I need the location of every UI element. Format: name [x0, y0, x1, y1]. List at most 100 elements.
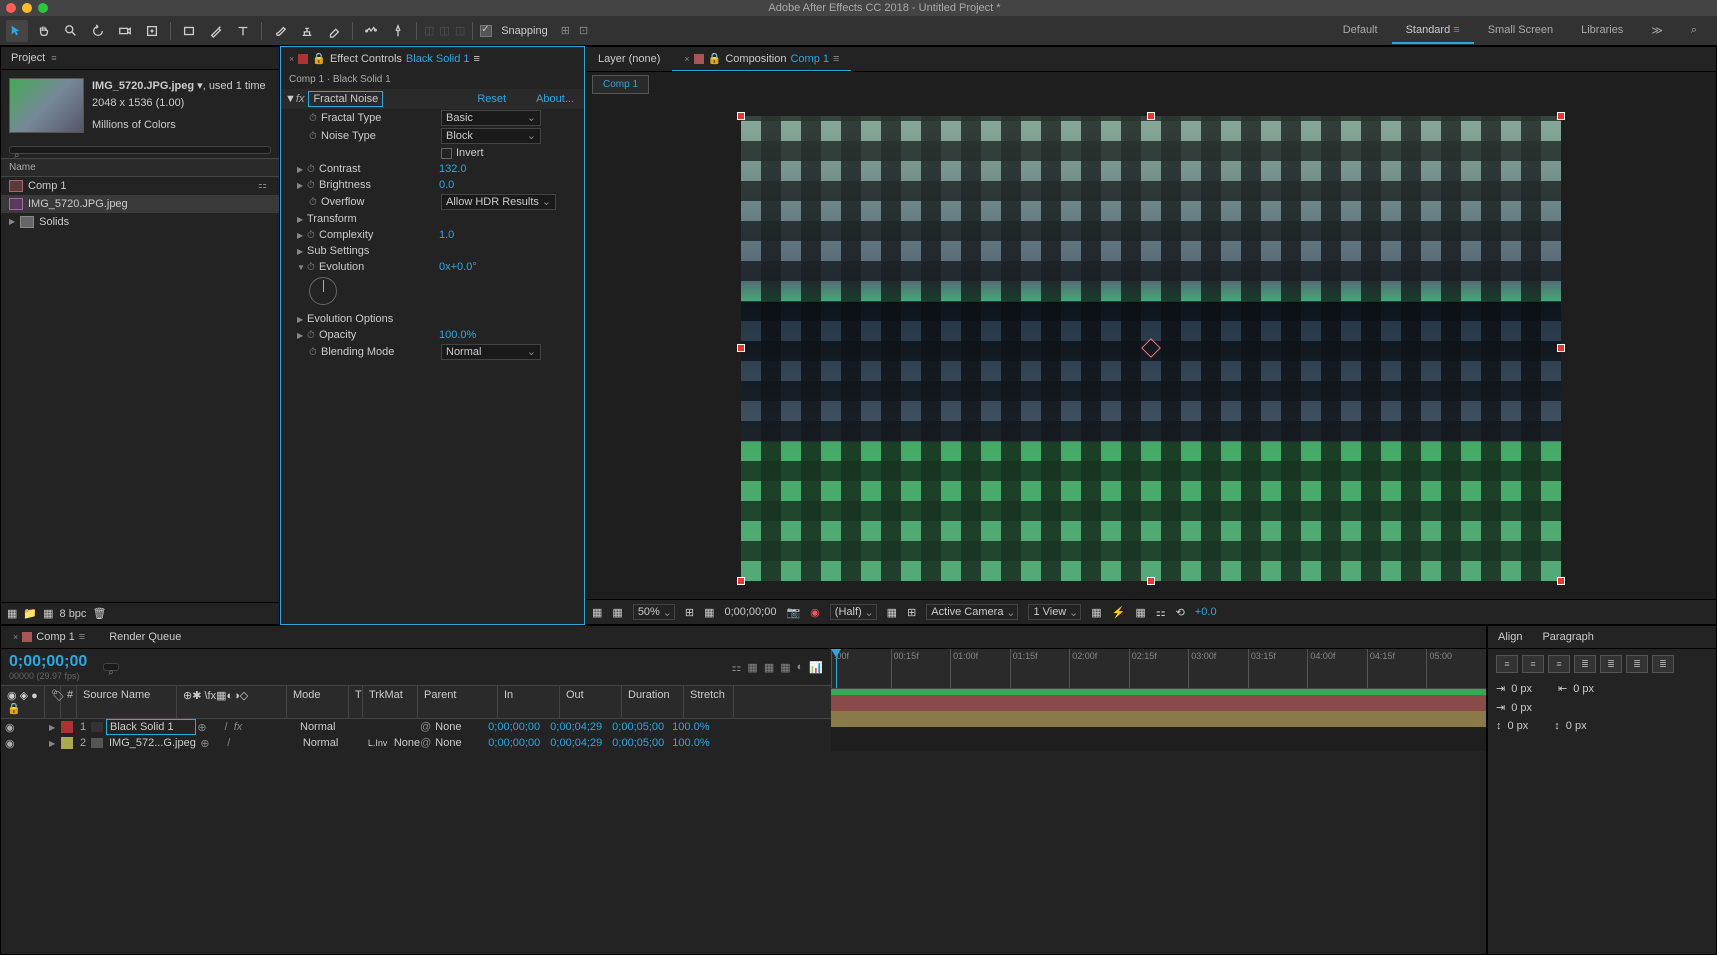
resolution-dropdown[interactable]: (Half): [830, 604, 877, 620]
grid-guides-icon[interactable]: ⊞: [907, 606, 916, 619]
timeline-search[interactable]: [103, 663, 119, 671]
visibility-toggle[interactable]: ◉: [5, 721, 19, 734]
workspace-default[interactable]: Default: [1329, 18, 1392, 44]
grid-icon[interactable]: ▦: [612, 606, 622, 619]
contrast-value[interactable]: 132.0: [439, 163, 467, 175]
magnification-icon[interactable]: ▦: [592, 606, 602, 619]
visibility-toggle[interactable]: ◉: [5, 737, 19, 750]
blend-mode-dropdown[interactable]: Normal: [299, 737, 354, 749]
project-item-solids-folder[interactable]: ▶ Solids: [1, 213, 279, 231]
flowchart-comp-button[interactable]: Comp 1: [592, 75, 649, 94]
align-center-icon[interactable]: ≡: [1522, 655, 1544, 673]
stopwatch-icon[interactable]: ⏱: [307, 180, 319, 191]
composition-mini-flowchart-icon[interactable]: ⚏: [732, 661, 742, 674]
views-dropdown[interactable]: 1 View: [1028, 604, 1081, 620]
roto-brush-tool[interactable]: [360, 20, 382, 42]
selection-handle[interactable]: [1557, 344, 1565, 352]
tab-close-icon[interactable]: ×: [684, 54, 689, 64]
panel-menu-icon[interactable]: ≡: [51, 53, 56, 63]
justify-last-right-icon[interactable]: ≣: [1626, 655, 1648, 673]
selection-handle[interactable]: [737, 577, 745, 585]
current-timecode[interactable]: 0;00;00;00: [9, 653, 87, 671]
selection-handle[interactable]: [1557, 112, 1565, 120]
brightness-value[interactable]: 0.0: [439, 179, 454, 191]
stopwatch-icon[interactable]: ⏱: [307, 262, 319, 273]
draft-3d-icon[interactable]: ▦: [747, 661, 757, 674]
anchor-point-icon[interactable]: [1141, 338, 1161, 358]
effect-header-row[interactable]: ▼ fx Fractal Noise Reset About...: [281, 89, 584, 109]
workspace-standard[interactable]: Standard ≡: [1392, 18, 1474, 44]
exposure-reset-icon[interactable]: ⟲: [1176, 606, 1185, 619]
bit-depth-toggle[interactable]: 8 bpc: [60, 608, 87, 620]
blend-mode-dropdown[interactable]: Normal: [296, 721, 351, 733]
zoom-window-icon[interactable]: [38, 3, 48, 13]
prop-transform[interactable]: ▶Transform: [281, 211, 584, 227]
stopwatch-icon[interactable]: ⏱: [309, 197, 321, 208]
stopwatch-icon[interactable]: ⏱: [309, 347, 321, 358]
layer-row-1[interactable]: ◉ ▶ 1 Black Solid 1 ⊕/fx Normal @ None 0…: [1, 719, 831, 735]
project-panel-tab[interactable]: Project≡: [1, 47, 279, 70]
selection-handle[interactable]: [1147, 112, 1155, 120]
in-point[interactable]: 0;00;00;00: [486, 721, 548, 733]
stretch[interactable]: 100.0%: [672, 737, 712, 749]
graph-editor-icon[interactable]: 📊: [809, 661, 823, 674]
workspace-small-screen[interactable]: Small Screen: [1474, 18, 1567, 44]
stopwatch-icon[interactable]: ⏱: [307, 164, 319, 175]
align-panel-tab[interactable]: Align: [1488, 626, 1532, 648]
snapping-checkbox[interactable]: [480, 25, 492, 37]
timeline-comp-tab[interactable]: × Comp 1 ≡: [1, 626, 97, 648]
resolution-icon[interactable]: ⊞: [685, 606, 694, 619]
channel-icon[interactable]: ◉: [810, 606, 820, 619]
workspace-libraries[interactable]: Libraries: [1567, 18, 1637, 44]
expand-icon[interactable]: ▶: [49, 723, 59, 732]
panel-menu-icon[interactable]: ≡: [833, 53, 839, 65]
parent-dropdown[interactable]: None: [431, 721, 486, 733]
brush-tool[interactable]: [269, 20, 291, 42]
collapse-icon[interactable]: ▼: [285, 93, 296, 105]
time-ruler[interactable]: :00f 00:15f 01:00f 01:15f 02:00f 02:15f …: [831, 649, 1486, 689]
snapshot-icon[interactable]: 📷: [786, 606, 800, 619]
close-window-icon[interactable]: [6, 3, 16, 13]
panel-menu-icon[interactable]: ≡: [79, 631, 85, 643]
space-before-value[interactable]: 0 px: [1508, 720, 1529, 732]
pixel-aspect-icon[interactable]: ▦: [1091, 606, 1101, 619]
first-line-indent-value[interactable]: 0 px: [1511, 702, 1532, 714]
zoom-dropdown[interactable]: 50%: [633, 604, 675, 620]
parent-dropdown[interactable]: None: [431, 737, 486, 749]
project-item-image[interactable]: IMG_5720.JPG.jpeg: [1, 195, 279, 213]
evolution-value[interactable]: 0x+0.0°: [439, 261, 477, 273]
new-folder-icon[interactable]: 📁: [23, 607, 37, 620]
evolution-dial[interactable]: [309, 277, 337, 305]
fractal-type-dropdown[interactable]: Basic: [441, 110, 541, 126]
justify-last-center-icon[interactable]: ≣: [1600, 655, 1622, 673]
trash-icon[interactable]: 🗑: [92, 607, 106, 620]
layer-bar-1[interactable]: [831, 695, 1486, 711]
composition-viewer[interactable]: [586, 97, 1716, 599]
zoom-tool[interactable]: [60, 20, 82, 42]
project-search-input[interactable]: [9, 146, 271, 154]
effect-controls-tab[interactable]: × 🔒 Effect Controls Black Solid 1 ≡: [281, 47, 584, 70]
align-left-icon[interactable]: ≡: [1496, 655, 1518, 673]
timeline-graph-area[interactable]: :00f 00:15f 01:00f 01:15f 02:00f 02:15f …: [831, 649, 1486, 751]
duration[interactable]: 0;00;05;00: [610, 721, 672, 733]
hand-tool[interactable]: [33, 20, 55, 42]
tab-close-icon[interactable]: ×: [13, 632, 18, 642]
project-column-name[interactable]: Name: [1, 158, 279, 177]
camera-dropdown[interactable]: Active Camera: [926, 604, 1018, 620]
layer-viewer-tab[interactable]: Layer (none): [586, 47, 672, 71]
eraser-tool[interactable]: [323, 20, 345, 42]
selection-handle[interactable]: [1147, 577, 1155, 585]
track-matte-dropdown[interactable]: None: [394, 737, 420, 749]
lock-icon[interactable]: 🔒: [312, 52, 326, 65]
indent-left-value[interactable]: 0 px: [1511, 683, 1532, 695]
reset-button[interactable]: Reset: [477, 93, 506, 105]
pan-behind-tool[interactable]: [141, 20, 163, 42]
expand-icon[interactable]: ▶: [297, 331, 307, 340]
clone-stamp-tool[interactable]: [296, 20, 318, 42]
hide-shy-icon[interactable]: ▦: [764, 661, 774, 674]
stopwatch-icon[interactable]: ⏱: [307, 230, 319, 241]
align-right-icon[interactable]: ≡: [1548, 655, 1570, 673]
composition-viewer-tab[interactable]: × 🔒 Composition Comp 1 ≡: [672, 47, 851, 71]
justify-last-left-icon[interactable]: ≣: [1574, 655, 1596, 673]
label-color[interactable]: [61, 737, 73, 749]
